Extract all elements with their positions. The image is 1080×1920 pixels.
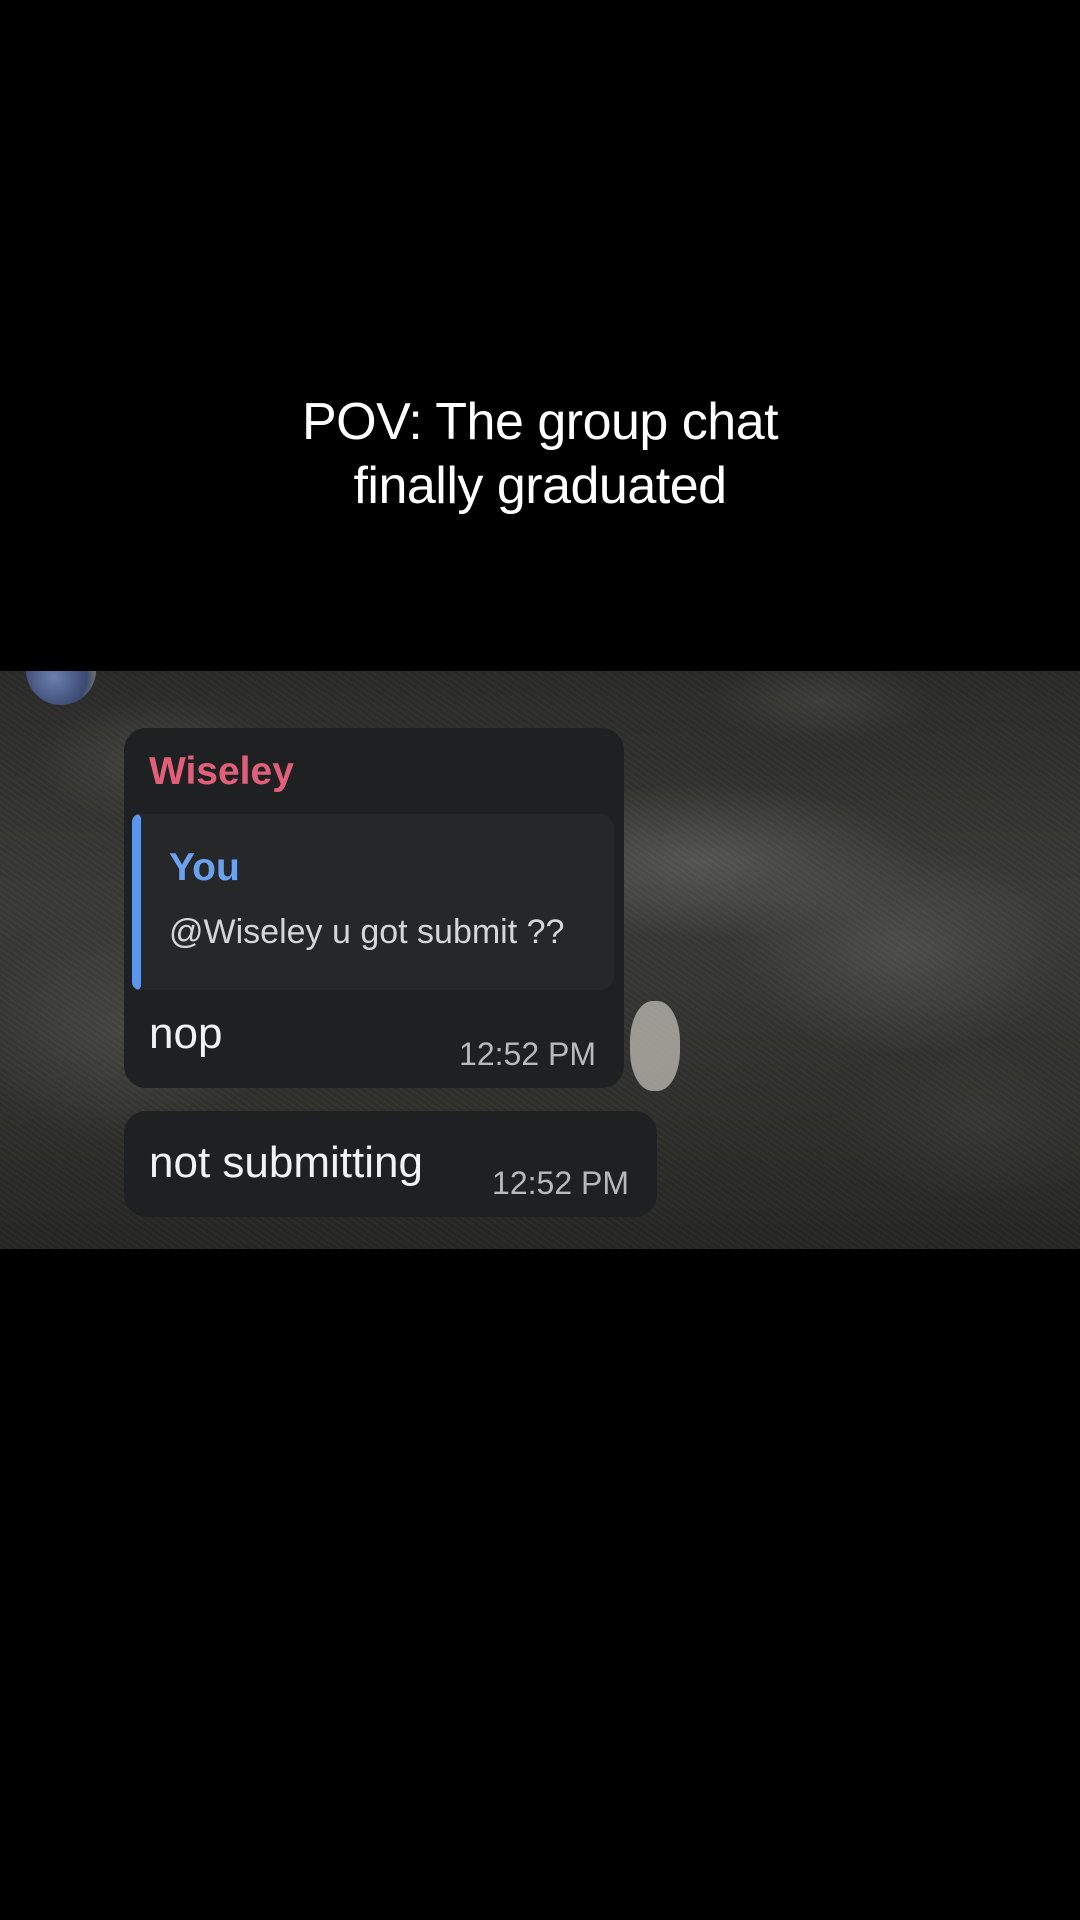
message-timestamp: 12:52 PM <box>459 1036 596 1072</box>
message-text: not submitting <box>149 1138 423 1187</box>
message-timestamp: 12:52 PM <box>492 1165 629 1201</box>
sender-name: Wiseley <box>149 750 294 793</box>
reply-author: You <box>169 846 240 889</box>
message-bubble[interactable]: Wiseley You @Wiseley u got submit ?? nop… <box>124 728 624 1088</box>
video-caption: POV: The group chat finally graduated <box>0 390 1080 518</box>
chat-screenshot-frame: Wiseley You @Wiseley u got submit ?? nop… <box>0 671 1080 1249</box>
reply-accent-bar <box>132 814 141 990</box>
background-texture <box>630 1001 680 1091</box>
reply-text: @Wiseley u got submit ?? <box>169 913 565 951</box>
message-text: nop <box>149 1009 223 1058</box>
sender-avatar <box>26 671 96 705</box>
caption-line-1: POV: The group chat <box>301 393 779 451</box>
reply-quote[interactable]: You @Wiseley u got submit ?? <box>132 814 614 990</box>
message-bubble[interactable]: not submitting 12:52 PM <box>124 1111 657 1217</box>
caption-line-2: finally graduated <box>353 457 727 515</box>
